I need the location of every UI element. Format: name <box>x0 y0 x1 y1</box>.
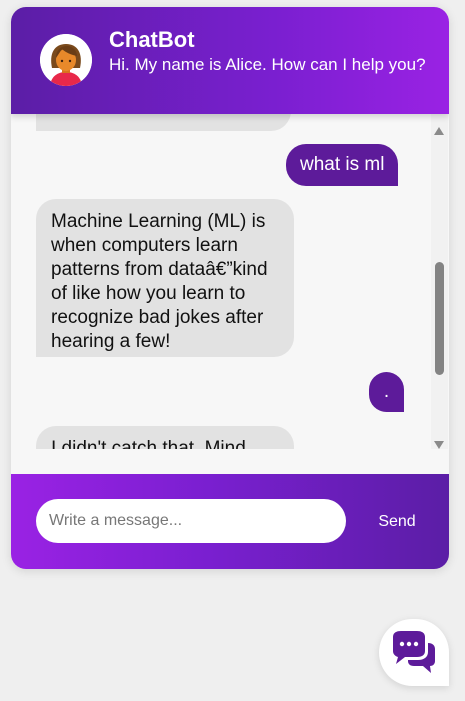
user-message: what is ml <box>286 144 399 186</box>
chatbot-title: ChatBot <box>109 27 195 52</box>
send-button[interactable]: Send <box>361 499 433 543</box>
scroll-down-arrow-icon[interactable] <box>434 441 444 449</box>
chat-launcher-button[interactable] <box>379 619 449 686</box>
messages-scrollbar[interactable] <box>431 114 448 449</box>
message-input[interactable] <box>36 499 346 543</box>
female-avatar-icon <box>40 34 92 86</box>
chat-bubbles-icon <box>393 631 435 673</box>
scrollbar-thumb[interactable] <box>435 262 444 375</box>
composer-bar: Send <box>11 474 449 569</box>
bot-message: Machine Learning (ML) is when computers … <box>36 199 294 357</box>
chat-widget: ChatBot Hi. My name is Alice. How can I … <box>11 7 449 569</box>
scroll-up-arrow-icon[interactable] <box>434 127 444 135</box>
bot-message <box>36 114 291 131</box>
message-list[interactable]: what is ml Machine Learning (ML) is when… <box>11 114 449 449</box>
chatbot-greeting: Hi. My name is Alice. How can I help you… <box>109 55 426 74</box>
bot-message: I didn't catch that. Mind <box>36 426 294 449</box>
chat-header: ChatBot Hi. My name is Alice. How can I … <box>11 7 449 114</box>
user-message: . <box>369 372 404 412</box>
